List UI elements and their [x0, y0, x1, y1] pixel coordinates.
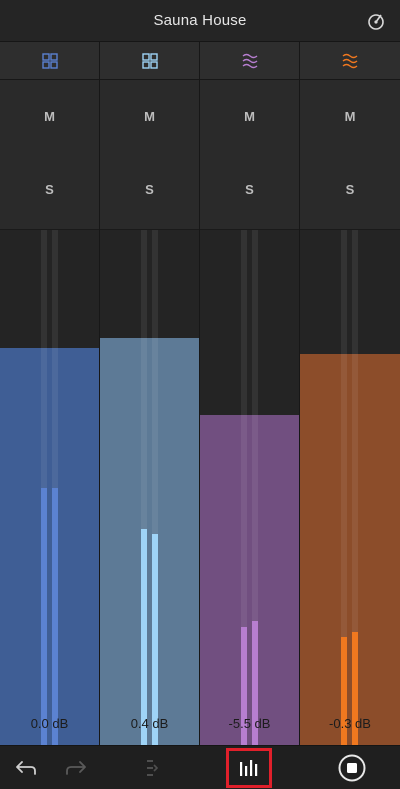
volume-fader[interactable]: 0.0 dB	[0, 230, 99, 745]
stop-icon	[338, 754, 366, 782]
volume-db-label: 0.0 dB	[30, 716, 69, 731]
meter-level-left	[41, 487, 47, 745]
mixer-icon	[240, 760, 258, 776]
channel-strip: M S 0.4 dB	[100, 42, 200, 745]
stop-button[interactable]	[332, 746, 372, 789]
channel-type-button[interactable]	[100, 42, 199, 80]
channel-strip: M S 0.0 dB	[0, 42, 100, 745]
redo-button[interactable]	[60, 746, 92, 789]
fader-fill	[300, 353, 400, 745]
route-button[interactable]	[136, 746, 168, 789]
undo-icon	[16, 761, 36, 775]
meter-level-right	[152, 533, 158, 745]
solo-button[interactable]: S	[300, 169, 400, 209]
fader-fill	[100, 338, 199, 745]
volume-db-label: -0.3 dB	[329, 716, 371, 731]
volume-fader[interactable]: 0.4 dB	[100, 230, 199, 745]
solo-button[interactable]: S	[0, 169, 99, 209]
channel-type-button[interactable]	[200, 42, 299, 80]
fader-fill	[0, 348, 99, 745]
meter-level-left	[141, 528, 147, 745]
solo-button[interactable]: S	[100, 169, 199, 209]
top-bar: Sauna House	[0, 0, 400, 42]
mute-button[interactable]: M	[0, 96, 99, 136]
channel-strip: M S -5.5 dB	[200, 42, 300, 745]
route-icon	[147, 760, 159, 776]
volume-db-label: -5.5 dB	[228, 716, 271, 731]
mute-button[interactable]: M	[100, 96, 199, 136]
channel-strip: M S -0.3 dB	[300, 42, 400, 745]
solo-button[interactable]: S	[200, 169, 299, 209]
wave-icon	[242, 53, 257, 68]
channel-type-button[interactable]	[0, 42, 99, 80]
mute-button[interactable]: M	[300, 96, 400, 136]
project-title: Sauna House	[153, 12, 247, 29]
redo-icon	[66, 761, 86, 775]
tuner-icon[interactable]	[366, 11, 386, 31]
fader-fill	[200, 415, 299, 745]
mute-button[interactable]: M	[200, 96, 299, 136]
volume-fader[interactable]: -0.3 dB	[300, 230, 400, 745]
undo-button[interactable]	[10, 746, 42, 789]
channel-type-button[interactable]	[300, 42, 400, 80]
mixer-channels: M S 0.0 dB M S 0.4 dB M S -5.5 dB M S -0…	[0, 42, 400, 745]
volume-db-label: 0.4 dB	[130, 716, 169, 731]
meter-level-right	[52, 487, 58, 745]
bottom-toolbar	[0, 745, 400, 789]
wave-icon	[342, 53, 358, 68]
mixer-view-button[interactable]	[226, 748, 272, 788]
grid-icon	[41, 52, 58, 69]
volume-fader[interactable]: -5.5 dB	[200, 230, 299, 745]
grid-icon	[141, 52, 158, 69]
